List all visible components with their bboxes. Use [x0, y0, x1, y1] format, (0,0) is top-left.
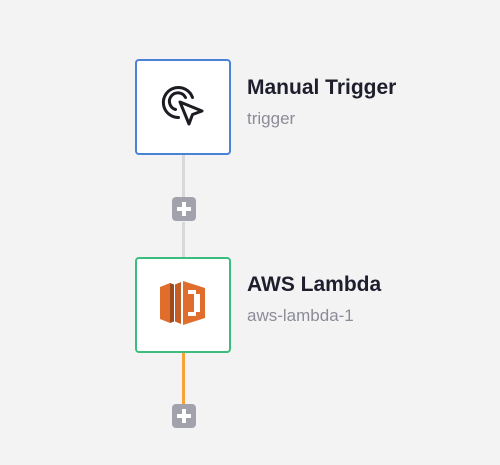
aws-lambda-label: AWS Lambda aws-lambda-1	[247, 273, 381, 326]
node-title: AWS Lambda	[247, 273, 382, 296]
add-step-button[interactable]	[172, 197, 196, 221]
connector-line	[182, 222, 185, 257]
node-title: Manual Trigger	[247, 76, 397, 99]
node-subtitle: trigger	[247, 109, 296, 128]
node-subtitle: aws-lambda-1	[247, 306, 354, 325]
aws-lambda-icon	[157, 277, 209, 334]
add-step-button[interactable]	[172, 404, 196, 428]
cursor-click-icon	[155, 77, 211, 138]
connector-line-active	[182, 353, 185, 404]
aws-lambda-node[interactable]	[135, 257, 231, 353]
manual-trigger-label: Manual Trigger trigger	[247, 76, 396, 129]
manual-trigger-node[interactable]	[135, 59, 231, 155]
connector-line	[182, 155, 185, 197]
workflow-canvas[interactable]: Manual Trigger trigger AWS Lambda aws-la…	[0, 0, 500, 465]
